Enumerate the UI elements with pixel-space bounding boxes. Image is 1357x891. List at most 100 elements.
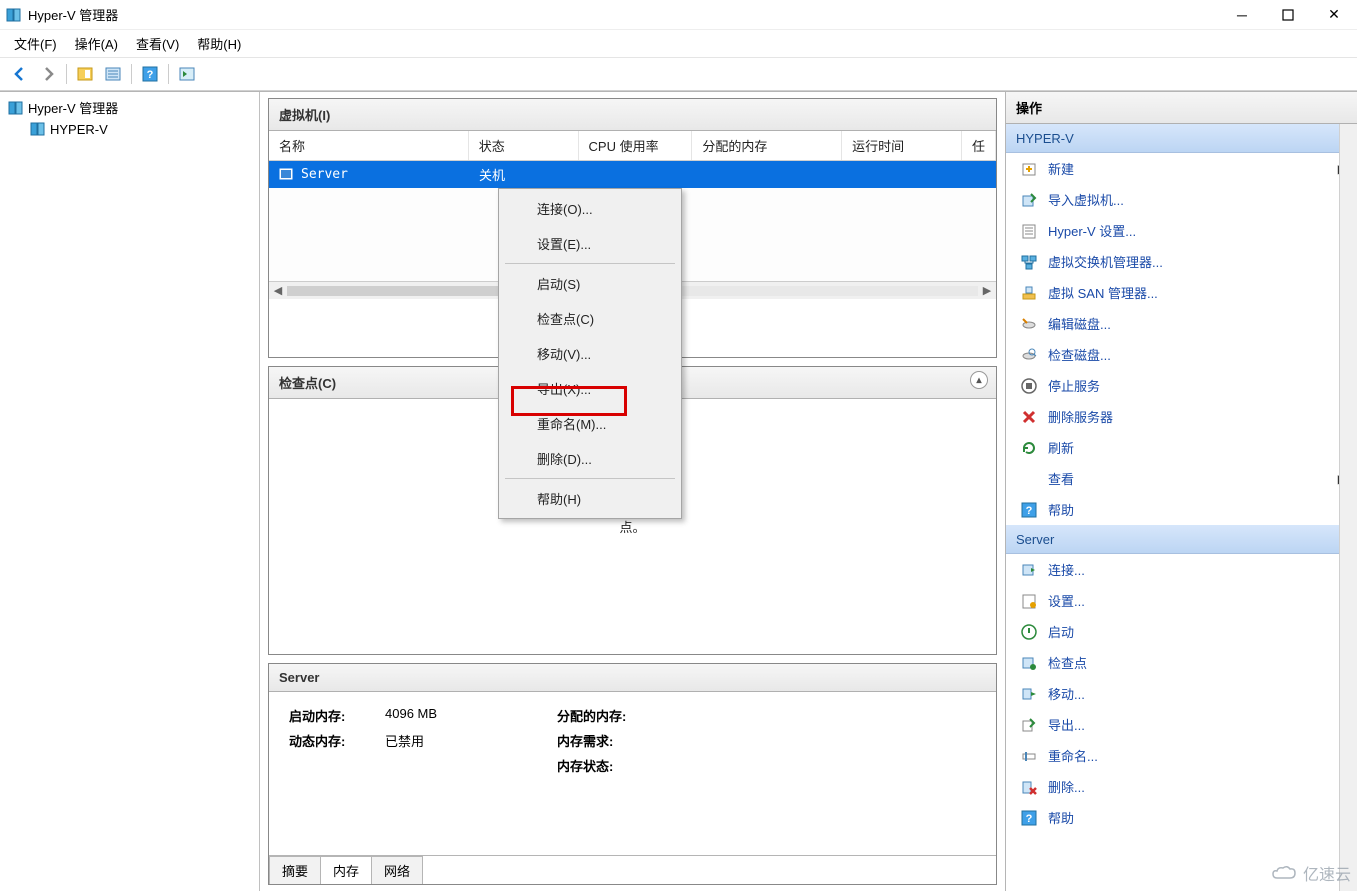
col-cpu[interactable]: CPU 使用率: [579, 131, 693, 160]
details-tabs: 摘要 内存 网络: [269, 855, 996, 884]
details-header: Server: [269, 664, 996, 692]
san-icon: [1020, 284, 1038, 302]
action-启动[interactable]: 启动: [1006, 616, 1357, 647]
action-编辑磁盘[interactable]: 编辑磁盘...: [1006, 308, 1357, 339]
import-icon: [1020, 191, 1038, 209]
action-label: 检查磁盘...: [1048, 345, 1111, 364]
refresh-view-button[interactable]: [175, 62, 199, 86]
tab-memory[interactable]: 内存: [320, 856, 372, 884]
ctx-导出x[interactable]: 导出(X)...: [501, 371, 679, 406]
action-移动[interactable]: 移动...: [1006, 678, 1357, 709]
scroll-left-icon[interactable]: ◀: [269, 282, 287, 300]
tree-root[interactable]: Hyper-V 管理器: [4, 96, 255, 119]
ctx-帮助h[interactable]: 帮助(H): [501, 481, 679, 516]
action-label: 移动...: [1048, 684, 1085, 703]
details-col-left: 启动内存:4096 MB 动态内存:已禁用: [289, 706, 437, 841]
action-帮助[interactable]: ?帮助: [1006, 802, 1357, 833]
back-button[interactable]: [8, 62, 32, 86]
actions-pane: 操作 HYPER-V▴ 新建▶导入虚拟机...Hyper-V 设置...虚拟交换…: [1005, 92, 1357, 891]
col-name[interactable]: 名称: [269, 131, 469, 160]
show-hide-button[interactable]: [73, 62, 97, 86]
ctx-连接o[interactable]: 连接(O)...: [501, 191, 679, 226]
section-server-items: 连接... 设置... 启动检查点移动... 导出... 重命名... 删除... ?帮助: [1006, 554, 1357, 833]
action-检查点[interactable]: 检查点: [1006, 647, 1357, 678]
action-刷新[interactable]: 刷新: [1006, 432, 1357, 463]
rename-icon: [1020, 747, 1038, 765]
action-导入虚拟机[interactable]: 导入虚拟机...: [1006, 184, 1357, 215]
ctx-启动s[interactable]: 启动(S): [501, 266, 679, 301]
tab-summary[interactable]: 摘要: [269, 856, 321, 884]
tab-network[interactable]: 网络: [371, 856, 423, 884]
action-新建[interactable]: 新建▶: [1006, 153, 1357, 184]
menu-view[interactable]: 查看(V): [136, 34, 179, 53]
action-label: 刷新: [1048, 438, 1074, 457]
memory-status-label: 内存状态:: [557, 756, 637, 775]
scroll-right-icon[interactable]: ▶: [978, 282, 996, 300]
server-group-icon: [8, 100, 24, 116]
new-icon: [1020, 160, 1038, 178]
ctx-检查点c[interactable]: 检查点(C): [501, 301, 679, 336]
ctx-设置e[interactable]: 设置(E)...: [501, 226, 679, 261]
section-hyperv-header[interactable]: HYPER-V▴: [1006, 124, 1357, 153]
checkpoints-hint: 点。: [619, 517, 645, 536]
ctx-移动v[interactable]: 移动(V)...: [501, 336, 679, 371]
close-button[interactable]: ✕: [1311, 0, 1357, 30]
action-连接[interactable]: 连接...: [1006, 554, 1357, 585]
action-删除服务器[interactable]: 删除服务器: [1006, 401, 1357, 432]
action-删除[interactable]: 删除...: [1006, 771, 1357, 802]
tree-server-node[interactable]: HYPER-V: [26, 119, 255, 139]
actions-scrollbar-vertical[interactable]: [1339, 124, 1357, 891]
vm-row-selected[interactable]: Server 关机: [269, 161, 996, 188]
collapse-button[interactable]: ▴: [970, 371, 988, 389]
action-虚拟交换机管理器[interactable]: 虚拟交换机管理器...: [1006, 246, 1357, 277]
titlebar: Hyper-V 管理器 ─ ✕: [0, 0, 1357, 30]
forward-button[interactable]: [36, 62, 60, 86]
action-label: 编辑磁盘...: [1048, 314, 1111, 333]
section-server-header[interactable]: Server▴: [1006, 525, 1357, 554]
toolbar: ?: [0, 57, 1357, 91]
action-label: Hyper-V 设置...: [1048, 221, 1136, 240]
delete-icon: [1020, 778, 1038, 796]
action-检查磁盘[interactable]: 检查磁盘...: [1006, 339, 1357, 370]
help-icon: ?: [1020, 501, 1038, 519]
action-label: 设置...: [1048, 591, 1085, 610]
properties-button[interactable]: [101, 62, 125, 86]
action-hyper-v设置[interactable]: Hyper-V 设置...: [1006, 215, 1357, 246]
menu-file[interactable]: 文件(F): [14, 34, 57, 53]
refresh-icon: [1020, 439, 1038, 457]
col-memory[interactable]: 分配的内存: [692, 131, 842, 160]
ctx-重命名m[interactable]: 重命名(M)...: [501, 406, 679, 441]
vm-name: Server: [301, 167, 348, 182]
startup-memory-value: 4096 MB: [385, 706, 437, 725]
minimize-button[interactable]: ─: [1219, 0, 1265, 30]
dynamic-memory-label: 动态内存:: [289, 731, 369, 750]
export-icon: [1020, 716, 1038, 734]
edit-disk-icon: [1020, 315, 1038, 333]
action-label: 删除...: [1048, 777, 1085, 796]
action-导出[interactable]: 导出...: [1006, 709, 1357, 740]
action-label: 导入虚拟机...: [1048, 190, 1124, 209]
action-label: 帮助: [1048, 808, 1074, 827]
action-label: 导出...: [1048, 715, 1085, 734]
col-task[interactable]: 任: [962, 131, 996, 160]
checkpoint-icon: [1020, 654, 1038, 672]
action-设置[interactable]: 设置...: [1006, 585, 1357, 616]
details-col-right: 分配的内存: 内存需求: 内存状态:: [557, 706, 653, 841]
action-虚拟san管理器[interactable]: 虚拟 SAN 管理器...: [1006, 277, 1357, 308]
action-label: 重命名...: [1048, 746, 1098, 765]
action-重命名[interactable]: 重命名...: [1006, 740, 1357, 771]
ctx-删除d[interactable]: 删除(D)...: [501, 441, 679, 476]
help-button[interactable]: ?: [138, 62, 162, 86]
action-帮助[interactable]: ?帮助: [1006, 494, 1357, 525]
col-state[interactable]: 状态: [469, 131, 579, 160]
action-查看[interactable]: 查看▶: [1006, 463, 1357, 494]
col-uptime[interactable]: 运行时间: [842, 131, 962, 160]
app-icon: [6, 7, 22, 23]
maximize-button[interactable]: [1265, 0, 1311, 30]
center-pane: 虚拟机(I) 名称 状态 CPU 使用率 分配的内存 运行时间 任 Server: [260, 92, 1005, 891]
menu-help[interactable]: 帮助(H): [197, 34, 241, 53]
vm-icon: [279, 168, 293, 182]
action-停止服务[interactable]: 停止服务: [1006, 370, 1357, 401]
tree-pane: Hyper-V 管理器 HYPER-V: [0, 92, 260, 891]
menu-action[interactable]: 操作(A): [75, 34, 118, 53]
